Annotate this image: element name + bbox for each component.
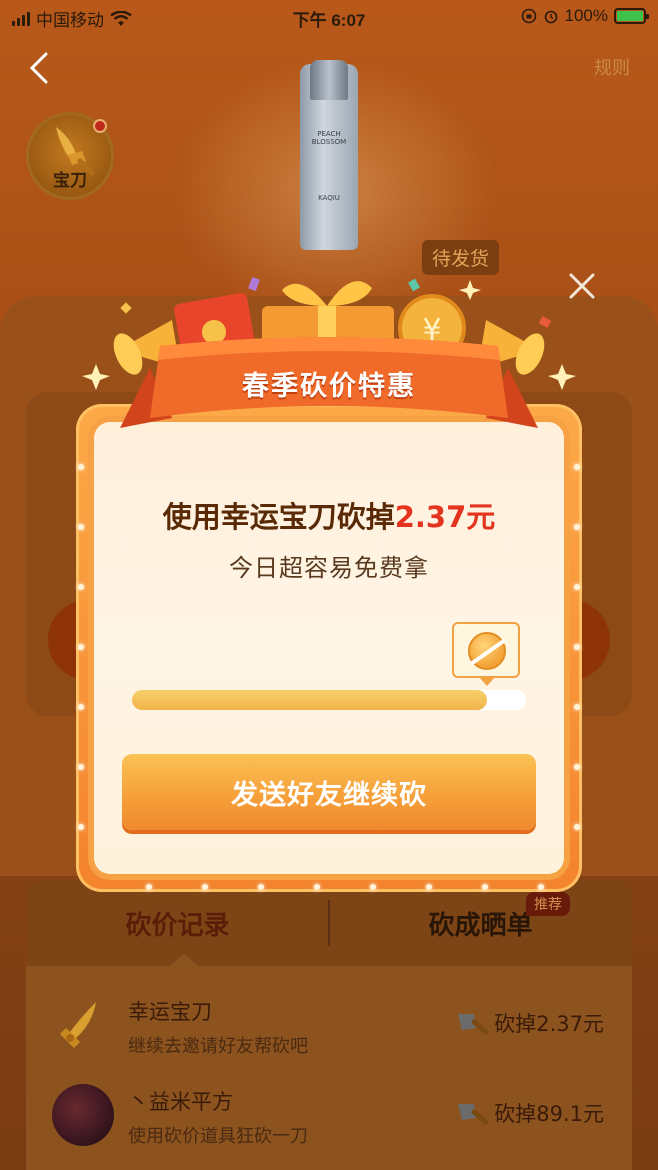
- bargain-progress-bar: [132, 690, 526, 710]
- confetti: [408, 278, 420, 292]
- tab-divider: [328, 900, 330, 946]
- user-avatar: [52, 1084, 114, 1146]
- record-amount-text: 砍掉89.1元: [494, 1102, 604, 1126]
- send-to-friend-button[interactable]: 发送好友继续砍: [122, 754, 536, 830]
- record-amount-text: 砍掉2.37元: [494, 1012, 604, 1036]
- bulb-light: [574, 824, 580, 830]
- record-desc: 使用砍价道具狂砍一刀: [128, 1126, 308, 1147]
- bulb-light: [370, 884, 376, 890]
- status-bar: 中国移动 下午 6:07 100%: [0, 0, 658, 34]
- bulb-light: [78, 704, 84, 710]
- confetti: [538, 316, 552, 328]
- product-label: PEACH BLOSSOM: [311, 130, 347, 146]
- blade-badge-label: 宝刀: [53, 171, 87, 191]
- records-list: 幸运宝刀 继续去邀请好友帮砍吧 砍掉2.37元 丶益米平方 使用砍价道具狂砍一刀: [26, 966, 632, 1170]
- record-amount: 砍掉2.37元: [454, 1008, 604, 1038]
- recommend-tag: 推荐: [526, 892, 570, 916]
- notification-dot: [93, 119, 107, 133]
- cleaver-icon: [458, 1014, 489, 1035]
- modal-headline: 使用幸运宝刀砍掉2.37元: [0, 494, 658, 536]
- list-item[interactable]: 幸运宝刀 继续去邀请好友帮砍吧 砍掉2.37元: [26, 978, 632, 1068]
- record-name: 幸运宝刀: [128, 1000, 212, 1024]
- headline-prefix: 使用幸运宝刀砍掉: [162, 500, 395, 534]
- cleaver-icon: [458, 1104, 489, 1125]
- bulb-light: [574, 644, 580, 650]
- bulb-light: [202, 884, 208, 890]
- product-image: PEACH BLOSSOM KAQIU: [300, 60, 358, 250]
- bulb-light: [78, 764, 84, 770]
- blade-avatar-icon: [60, 1002, 96, 1048]
- bulb-light: [574, 704, 580, 710]
- blade-badge[interactable]: 宝刀: [26, 112, 114, 200]
- bulb-light: [146, 884, 152, 890]
- confetti: [120, 302, 132, 314]
- alarm-icon: [544, 10, 557, 24]
- record-amount: 砍掉89.1元: [454, 1098, 604, 1128]
- headline-amount: 2.37元: [394, 500, 496, 534]
- bulb-light: [574, 764, 580, 770]
- record-name: 丶益米平方: [128, 1090, 233, 1114]
- bulb-light: [574, 584, 580, 590]
- bargain-progress-fill: [132, 690, 487, 710]
- tab-bar: 砍价记录 砍成晒单 推荐: [26, 880, 632, 966]
- orientation-lock-icon: [521, 8, 536, 24]
- bulb-light: [314, 884, 320, 890]
- battery-icon: [614, 8, 649, 24]
- bulb-light: [482, 884, 488, 890]
- confetti: [248, 276, 260, 292]
- active-tab-caret: [170, 954, 198, 966]
- progress-coin-tooltip: [452, 622, 520, 686]
- battery-percent: 100%: [564, 6, 608, 25]
- list-item[interactable]: 丶益米平方 使用砍价道具狂砍一刀 砍掉89.1元: [26, 1068, 632, 1158]
- coin-icon: [468, 632, 506, 670]
- banner-decoration: ¥: [82, 276, 576, 428]
- bulb-light: [258, 884, 264, 890]
- bulb-light: [78, 824, 84, 830]
- record-desc: 继续去邀请好友帮砍吧: [128, 1036, 308, 1057]
- bulb-light: [538, 884, 544, 890]
- modal-subline: 今日超容易免费拿: [229, 554, 429, 582]
- banner-title: 春季砍价特惠: [242, 371, 416, 402]
- bulb-light: [78, 644, 84, 650]
- product-brand: KAQIU: [318, 194, 340, 202]
- tab-success-showcase[interactable]: 砍成晒单: [329, 880, 632, 966]
- back-icon[interactable]: [22, 48, 58, 88]
- records-panel: 砍价记录 砍成晒单 推荐 幸运宝刀 继续去邀请好友帮砍吧 砍掉2.37元 丶益米…: [26, 880, 632, 1170]
- bulb-light: [426, 884, 432, 890]
- bulb-light: [78, 584, 84, 590]
- rules-link[interactable]: 规则: [594, 54, 630, 80]
